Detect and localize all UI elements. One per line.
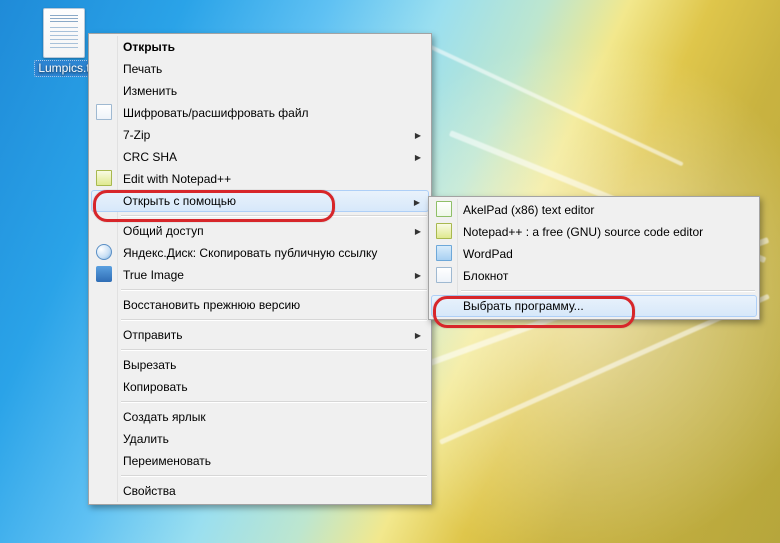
desktop-file[interactable]: Lumpics.t [34, 8, 94, 77]
menu-send-to[interactable]: Отправить [91, 324, 429, 346]
menu-restore-version[interactable]: Восстановить прежнюю версию [91, 294, 429, 316]
menu-create-shortcut[interactable]: Создать ярлык [91, 406, 429, 428]
desktop-file-label: Lumpics.t [34, 60, 94, 77]
decoration [419, 40, 684, 166]
context-menu: Открыть Печать Изменить Шифровать/расшиф… [88, 33, 432, 505]
menu-properties[interactable]: Свойства [91, 480, 429, 502]
notepadpp-icon [96, 170, 112, 186]
menu-copy[interactable]: Копировать [91, 376, 429, 398]
menu-separator [461, 290, 755, 292]
open-with-submenu: AkelPad (x86) text editor Notepad++ : a … [428, 196, 760, 320]
menu-separator [121, 475, 427, 477]
menu-share[interactable]: Общий доступ [91, 220, 429, 242]
menu-edit-notepadpp[interactable]: Edit with Notepad++ [91, 168, 429, 190]
submenu-notepadpp[interactable]: Notepad++ : a free (GNU) source code edi… [431, 221, 757, 243]
true-image-icon [96, 266, 112, 282]
submenu-choose-program[interactable]: Выбрать программу... [431, 295, 757, 317]
menu-separator [121, 401, 427, 403]
encrypt-icon [96, 104, 112, 120]
akelpad-icon [436, 201, 452, 217]
menu-print[interactable]: Печать [91, 58, 429, 80]
submenu-wordpad[interactable]: WordPad [431, 243, 757, 265]
notepad-icon [436, 267, 452, 283]
submenu-akelpad[interactable]: AkelPad (x86) text editor [431, 199, 757, 221]
desktop[interactable]: Lumpics.t Открыть Печать Изменить Шифров… [0, 0, 780, 543]
yandex-disk-icon [96, 244, 112, 260]
menu-delete[interactable]: Удалить [91, 428, 429, 450]
submenu-notepad[interactable]: Блокнот [431, 265, 757, 287]
menu-separator [121, 349, 427, 351]
menu-separator [121, 319, 427, 321]
menu-open-with[interactable]: Открыть с помощью [91, 190, 429, 212]
menu-yandex-disk[interactable]: Яндекс.Диск: Скопировать публичную ссылк… [91, 242, 429, 264]
menu-encrypt[interactable]: Шифровать/расшифровать файл [91, 102, 429, 124]
menu-separator [121, 289, 427, 291]
menu-separator [121, 215, 427, 217]
menu-edit[interactable]: Изменить [91, 80, 429, 102]
menu-cut[interactable]: Вырезать [91, 354, 429, 376]
menu-open[interactable]: Открыть [91, 36, 429, 58]
menu-crc-sha[interactable]: CRC SHA [91, 146, 429, 168]
menu-rename[interactable]: Переименовать [91, 450, 429, 472]
text-file-icon [43, 8, 85, 58]
notepadpp-icon [436, 223, 452, 239]
menu-7zip[interactable]: 7-Zip [91, 124, 429, 146]
wordpad-icon [436, 245, 452, 261]
menu-true-image[interactable]: True Image [91, 264, 429, 286]
